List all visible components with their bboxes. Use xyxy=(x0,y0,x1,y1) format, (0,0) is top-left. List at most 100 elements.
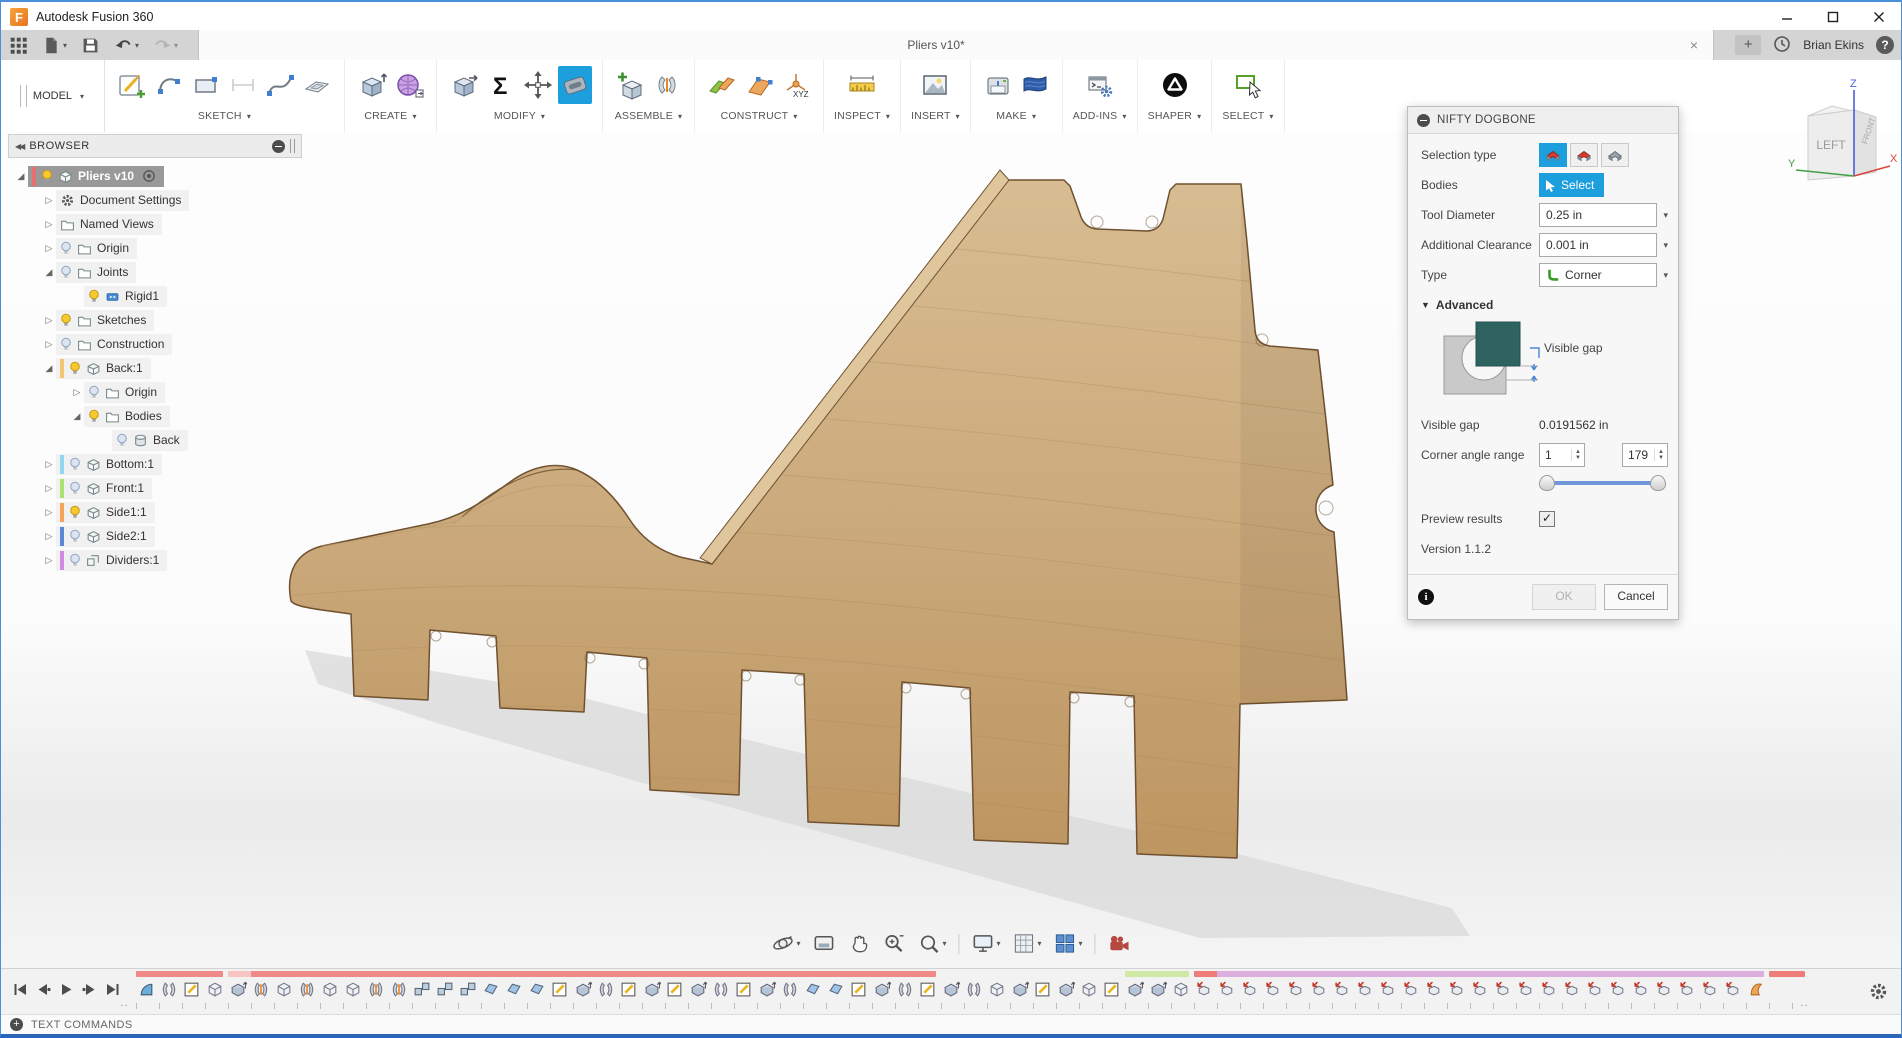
expander-icon[interactable]: ▷ xyxy=(42,243,56,254)
type-dropdown-icon[interactable]: ▾ xyxy=(1663,270,1668,281)
display-settings-icon[interactable]: ▾ xyxy=(968,930,1003,957)
visibility-bulb-off-icon[interactable] xyxy=(116,433,128,447)
visibility-bulb-on-icon[interactable] xyxy=(69,361,81,375)
look-at-icon[interactable] xyxy=(809,930,838,957)
visibility-bulb-off-icon[interactable] xyxy=(69,481,81,495)
visibility-bulb-off-icon[interactable] xyxy=(60,265,72,279)
timeline-feature-joint[interactable] xyxy=(297,980,316,1002)
dialog-collapse-icon[interactable] xyxy=(1417,113,1430,127)
visibility-bulb-on-icon[interactable] xyxy=(41,169,53,183)
ok-button[interactable]: OK xyxy=(1532,584,1596,610)
tree-node[interactable]: Named Views xyxy=(56,213,162,235)
tree-row-joints[interactable]: ◢ Joints xyxy=(8,260,302,284)
timeline-feature-combine[interactable] xyxy=(1240,980,1259,1002)
tree-row-dividers-1[interactable]: ▷ Dividers:1 xyxy=(8,548,302,572)
timeline-feature-combine[interactable] xyxy=(1677,980,1696,1002)
timeline-feature-combine[interactable] xyxy=(1401,980,1420,1002)
visibility-bulb-on-icon[interactable] xyxy=(69,505,81,519)
timeline-feature-sketch[interactable] xyxy=(619,980,638,1002)
shaper-utilities-icon[interactable] xyxy=(1158,66,1192,104)
menu-make[interactable]: MAKE ▾ xyxy=(996,110,1036,122)
document-tab[interactable]: Pliers v10* × xyxy=(198,30,1714,60)
expander-icon[interactable]: ▷ xyxy=(42,315,56,326)
visibility-bulb-off-icon[interactable] xyxy=(88,385,100,399)
tree-node[interactable]: Joints xyxy=(56,261,137,283)
corner-angle-slider[interactable] xyxy=(1539,474,1666,491)
axis-xyz-icon[interactable]: XYZ xyxy=(779,66,813,104)
timeline-feature-box[interactable] xyxy=(987,980,1006,1002)
workspace-switcher[interactable]: MODEL ▾ xyxy=(0,60,105,132)
timeline-feature-mirror[interactable] xyxy=(780,980,799,1002)
tree-node[interactable]: Side2:1 xyxy=(56,525,155,547)
timeline-feature-combine[interactable] xyxy=(1217,980,1236,1002)
spline-icon[interactable] xyxy=(263,66,297,104)
select-tool-icon[interactable] xyxy=(1231,66,1265,104)
timeline-feature-sketch[interactable] xyxy=(1102,980,1121,1002)
tree-row-back-1[interactable]: ◢ Back:1 xyxy=(8,356,302,380)
menu-inspect[interactable]: INSPECT ▾ xyxy=(834,110,890,122)
timeline-feature-mirror[interactable] xyxy=(159,980,178,1002)
timeline-feature-combine[interactable] xyxy=(1723,980,1742,1002)
visibility-bulb-off-icon[interactable] xyxy=(69,553,81,567)
visibility-bulb-on-icon[interactable] xyxy=(88,289,100,303)
timeline-feature-combine[interactable] xyxy=(1194,980,1213,1002)
print-3d-icon[interactable] xyxy=(981,66,1015,104)
menu-select[interactable]: SELECT ▾ xyxy=(1222,110,1273,122)
visibility-bulb-off-icon[interactable] xyxy=(60,241,72,255)
corner-angle-min-spinner[interactable]: 1 ▲ ▼ xyxy=(1539,443,1585,467)
timeline-feature-mirror[interactable] xyxy=(895,980,914,1002)
collapse-all-icon[interactable] xyxy=(272,139,285,153)
press-pull-icon[interactable] xyxy=(447,66,481,104)
tree-row-sketches[interactable]: ▷ Sketches xyxy=(8,308,302,332)
extrude-icon[interactable] xyxy=(355,66,389,104)
arc-icon[interactable] xyxy=(152,66,186,104)
zoom-icon[interactable] xyxy=(879,930,908,957)
tree-row-pliers-v10[interactable]: ◢ Pliers v10 xyxy=(8,164,302,188)
menu-add-ins[interactable]: ADD-INS ▾ xyxy=(1073,110,1127,122)
project-icon[interactable] xyxy=(300,66,334,104)
browser-header[interactable]: ◀◀ BROWSER xyxy=(8,134,302,158)
menu-create[interactable]: CREATE ▾ xyxy=(364,110,416,122)
view-cube[interactable]: LEFT FRONT Z X Y xyxy=(1786,76,1898,188)
file-new-icon[interactable]: ▾ xyxy=(39,34,70,57)
timeline-feature-mirror[interactable] xyxy=(711,980,730,1002)
go-to-end-icon[interactable] xyxy=(104,981,121,1001)
selection-option-1[interactable] xyxy=(1539,143,1567,167)
timeline-feature-loft[interactable] xyxy=(1746,980,1765,1002)
tree-row-side1-1[interactable]: ▷ Side1:1 xyxy=(8,500,302,524)
expander-icon[interactable]: ▷ xyxy=(42,459,56,470)
expander-icon[interactable]: ▷ xyxy=(42,195,56,206)
plane-angle-icon[interactable] xyxy=(742,66,776,104)
tree-node[interactable]: Bottom:1 xyxy=(56,453,163,475)
timeline-feature-combine[interactable] xyxy=(1263,980,1282,1002)
timeline-feature-extrude[interactable] xyxy=(872,980,891,1002)
timeline-feature-sketch[interactable] xyxy=(665,980,684,1002)
menu-construct[interactable]: CONSTRUCT ▾ xyxy=(721,110,798,122)
activate-component-radio[interactable] xyxy=(139,169,156,183)
tree-node[interactable]: Rigid1 xyxy=(84,285,168,307)
corner-angle-max-spinner[interactable]: 179 ▲ ▼ xyxy=(1622,443,1668,467)
tree-node[interactable]: Back:1 xyxy=(56,357,151,379)
step-back-icon[interactable] xyxy=(35,981,52,1001)
tree-node[interactable]: Front:1 xyxy=(56,477,153,499)
maximize-button[interactable] xyxy=(1810,2,1856,32)
timeline-feature-chamfer[interactable] xyxy=(803,980,822,1002)
timeline-feature-extrude[interactable] xyxy=(1056,980,1075,1002)
timeline-feature-box[interactable] xyxy=(343,980,362,1002)
tree-row-construction[interactable]: ▷ Construction xyxy=(8,332,302,356)
step-forward-icon[interactable] xyxy=(81,981,98,1001)
menu-sketch[interactable]: SKETCH ▾ xyxy=(198,110,251,122)
sketch-dimension-icon[interactable] xyxy=(226,66,260,104)
rectangle-icon[interactable] xyxy=(189,66,223,104)
advanced-section-toggle[interactable]: ▼ Advanced xyxy=(1408,290,1678,316)
timeline-feature-extrude[interactable] xyxy=(642,980,661,1002)
tree-row-back[interactable]: Back xyxy=(8,428,302,452)
expander-icon[interactable]: ▷ xyxy=(42,219,56,230)
timeline-feature-combine[interactable] xyxy=(1378,980,1397,1002)
tree-node[interactable]: Dividers:1 xyxy=(56,549,168,571)
visibility-bulb-off-icon[interactable] xyxy=(69,457,81,471)
scripts-addins-icon[interactable] xyxy=(1083,66,1117,104)
timeline-feature-extrude[interactable] xyxy=(1148,980,1167,1002)
tree-row-origin[interactable]: ▷ Origin xyxy=(8,236,302,260)
timeline-feature-sketch[interactable] xyxy=(734,980,753,1002)
